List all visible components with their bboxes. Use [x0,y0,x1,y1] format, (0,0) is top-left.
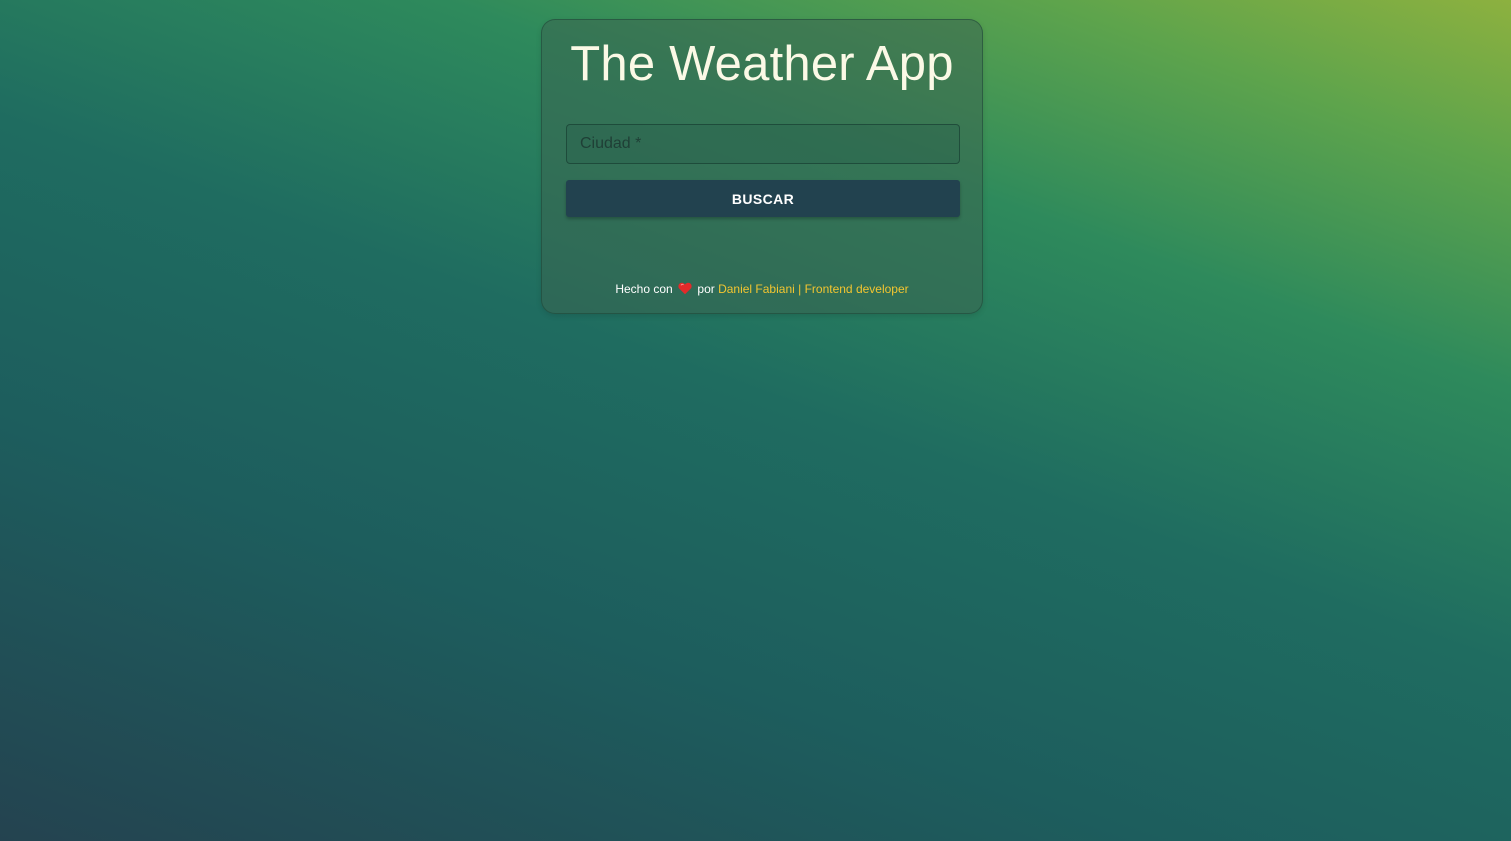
heart-icon [678,282,692,298]
author-link[interactable]: Daniel Fabiani | Frontend developer [718,282,909,296]
page-title: The Weather App [570,37,954,91]
footer-middle: por [697,282,715,296]
city-input[interactable] [567,125,959,163]
footer-credits: Hecho con por Daniel Fabiani | Frontend … [542,282,982,298]
search-card: The Weather App BUSCAR Hecho con por Dan… [541,19,983,314]
city-field[interactable] [566,124,960,164]
footer-prefix: Hecho con [615,282,673,296]
search-button[interactable]: BUSCAR [566,180,960,217]
